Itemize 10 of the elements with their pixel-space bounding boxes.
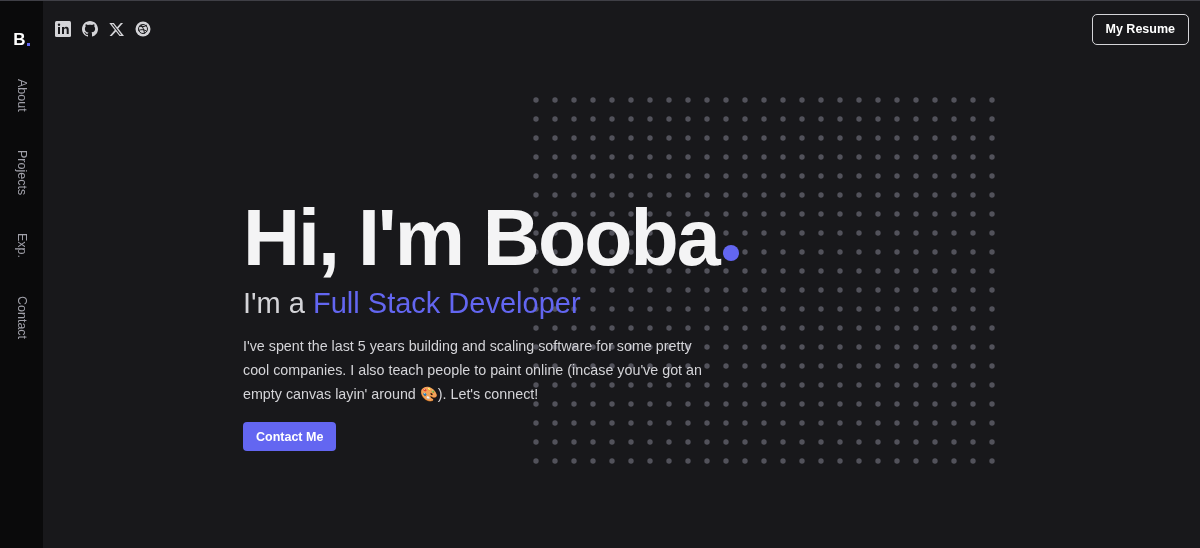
nav-link[interactable]: Contact [14, 295, 29, 339]
resume-button[interactable]: My Resume [1091, 13, 1189, 45]
hero-description: I've spent the last 5 years building and scaling software for some pretty cool companies. I also teach people to paint online (incase you've got an empty canvas layin' around 🎨). Let's connect! [243, 337, 703, 404]
contact-button[interactable]: Contact Me [243, 422, 337, 451]
logo[interactable]: B [13, 30, 26, 50]
nav-link[interactable]: About [14, 79, 29, 112]
nav-link[interactable]: Exp. [14, 232, 29, 258]
hero-headline: Hi, I'm Booba [243, 193, 719, 283]
nav-link[interactable]: Projects [14, 149, 29, 195]
hero-subtitle: I'm a Full Stack Developer [243, 287, 582, 320]
